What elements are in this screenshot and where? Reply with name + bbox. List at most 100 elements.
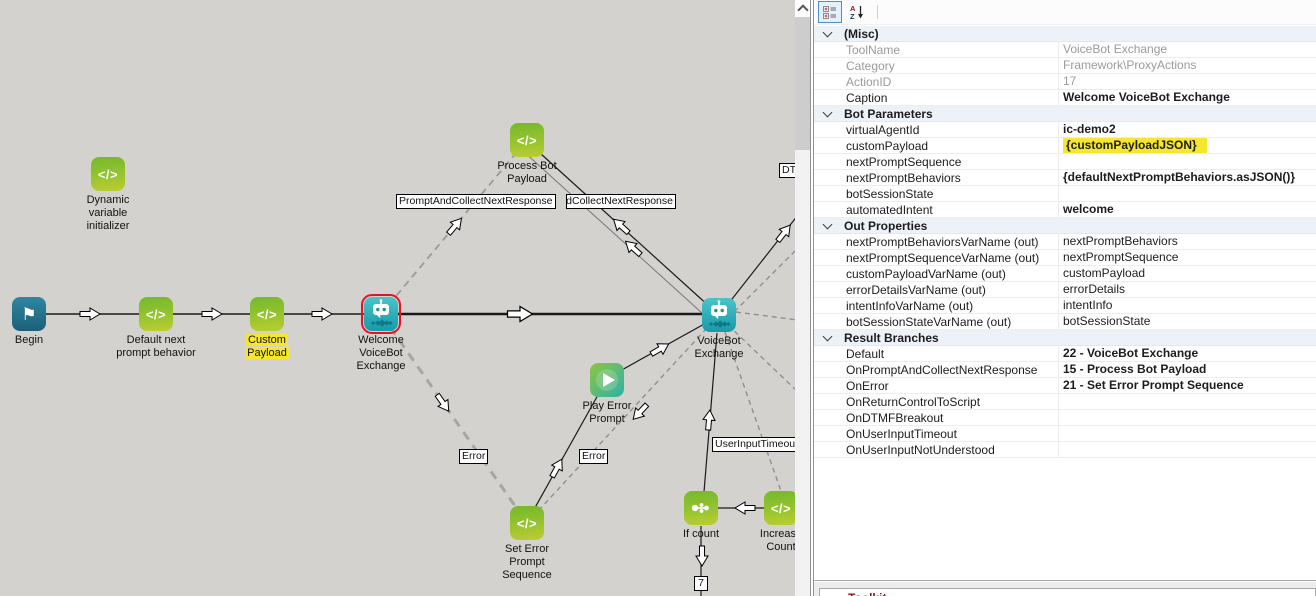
property-value[interactable]: nextPromptSequence — [1058, 250, 1316, 265]
property-value[interactable] — [1058, 442, 1316, 457]
node-play-error-prompt[interactable]: Play Error Prompt — [562, 363, 652, 426]
section-header-misc[interactable]: (Misc) — [814, 26, 1316, 42]
property-value[interactable]: customPayload — [1058, 266, 1316, 281]
property-value[interactable] — [1058, 410, 1316, 425]
property-row: OnError 21 - Set Error Prompt Sequence — [814, 378, 1316, 394]
node-welcome-voicebot-exchange[interactable]: Welcome VoiceBot Exchange — [336, 297, 426, 373]
property-value[interactable]: ic-demo2 — [1058, 122, 1316, 137]
property-row: customPayload {customPayloadJSON} — [814, 138, 1316, 154]
node-label: Custom Payload — [236, 334, 298, 360]
property-name: nextPromptBehaviors — [840, 171, 1058, 185]
property-name: OnUserInputNotUnderstood — [840, 443, 1058, 457]
edge-label-error-1[interactable]: Error — [459, 449, 488, 464]
sort-alphabetical-button[interactable]: A Z — [845, 1, 869, 23]
section-gutter — [814, 224, 840, 228]
property-row: customPayloadVarName (out) customPayload — [814, 266, 1316, 282]
branch-icon — [684, 491, 718, 525]
property-row: ActionID 17 — [814, 74, 1316, 90]
categorized-button[interactable] — [818, 1, 842, 23]
property-value[interactable]: nextPromptBehaviors — [1058, 234, 1316, 249]
node-label: VoiceBot Exchange — [686, 335, 752, 361]
property-value[interactable]: 15 - Process Bot Payload — [1058, 362, 1316, 377]
property-value[interactable]: VoiceBot Exchange — [1058, 42, 1316, 57]
section-header-result-branches[interactable]: Result Branches — [814, 330, 1316, 346]
property-row: OnPromptAndCollectNextResponse 15 - Proc… — [814, 362, 1316, 378]
node-if-count[interactable]: If count — [656, 491, 746, 541]
canvas-vertical-scrollbar[interactable] — [795, 0, 810, 596]
robot-glyph — [364, 297, 398, 331]
node-increase-count[interactable]: </> Increase Count — [736, 491, 795, 554]
code-icon: </> — [250, 297, 284, 331]
sort-alphabetical-icon: A Z — [849, 4, 865, 20]
categorized-icon — [823, 6, 837, 19]
scroll-up-button[interactable] — [795, 0, 810, 17]
property-row: automatedIntent welcome — [814, 202, 1316, 218]
robot-icon — [702, 298, 736, 332]
branch-glyph — [684, 491, 718, 525]
property-value[interactable] — [1058, 426, 1316, 441]
property-value[interactable]: intentInfo — [1058, 298, 1316, 313]
section-header-bot-parameters[interactable]: Bot Parameters — [814, 106, 1316, 122]
edge-label-dtmf[interactable]: DT — [779, 163, 795, 178]
edge-label-error-2[interactable]: Error — [579, 449, 608, 464]
property-value[interactable] — [1058, 186, 1316, 201]
node-label: Play Error Prompt — [575, 400, 639, 426]
property-row: errorDetailsVarName (out) errorDetails — [814, 282, 1316, 298]
edge-label-prompt-and-collect[interactable]: PromptAndCollectNextResponse — [396, 194, 556, 209]
collapse-chevron-icon[interactable] — [822, 219, 832, 229]
property-row: OnUserInputNotUnderstood — [814, 442, 1316, 458]
property-row: Default 22 - VoiceBot Exchange — [814, 346, 1316, 362]
property-value[interactable]: Welcome VoiceBot Exchange — [1058, 90, 1316, 105]
property-value[interactable]: {defaultNextPromptBehaviors.asJSON()} — [1058, 170, 1316, 185]
property-value[interactable]: botSessionState — [1058, 314, 1316, 329]
property-name: Category — [840, 59, 1058, 73]
property-value[interactable] — [1058, 394, 1316, 409]
property-name: OnUserInputTimeout — [840, 427, 1058, 441]
edge-label-user-input-timeout[interactable]: UserInputTimeout — [712, 437, 795, 452]
section-title: Result Branches — [840, 331, 939, 345]
property-row: nextPromptSequenceVarName (out) nextProm… — [814, 250, 1316, 266]
property-name: botSessionState — [840, 187, 1058, 201]
node-default-next-prompt-behavior[interactable]: </> Default next prompt behavior — [111, 297, 201, 360]
property-name: nextPromptSequenceVarName (out) — [840, 251, 1058, 265]
play-icon — [590, 363, 624, 397]
property-name: Caption — [840, 91, 1058, 105]
property-value[interactable]: errorDetails — [1058, 282, 1316, 297]
panel-splitter[interactable] — [810, 0, 814, 596]
node-label: Increase Count — [751, 528, 795, 554]
code-icon: </> — [764, 491, 795, 525]
node-process-bot-payload[interactable]: </> Process Bot Payload — [482, 123, 572, 186]
property-row: OnReturnControlToScript — [814, 394, 1316, 410]
property-value[interactable] — [1058, 154, 1316, 169]
play-glyph — [590, 363, 624, 397]
scrollbar-thumb[interactable] — [795, 17, 810, 150]
node-begin[interactable]: ⚑ Begin — [0, 297, 74, 347]
node-dynamic-variable-initializer[interactable]: </> Dynamic variable initializer — [63, 157, 153, 233]
property-value[interactable]: 17 — [1058, 74, 1316, 89]
section-title: Out Properties — [840, 219, 927, 233]
node-label: If count — [671, 528, 731, 541]
node-set-error-prompt-sequence[interactable]: </> Set Error Prompt Sequence — [482, 506, 572, 582]
section-header-out-properties[interactable]: Out Properties — [814, 218, 1316, 234]
property-value[interactable]: 21 - Set Error Prompt Sequence — [1058, 378, 1316, 393]
property-row: virtualAgentId ic-demo2 — [814, 122, 1316, 138]
collapse-chevron-icon[interactable] — [822, 107, 832, 117]
property-value[interactable]: 22 - VoiceBot Exchange — [1058, 346, 1316, 361]
property-value[interactable]: welcome — [1058, 202, 1316, 217]
edge-label-collect-next-response[interactable]: PromptAndCollectNextResponse — [566, 194, 676, 209]
property-name: nextPromptSequence — [840, 155, 1058, 169]
flow-canvas[interactable]: ⚑ Begin </> Dynamic variable initializer… — [0, 0, 795, 596]
section-gutter — [814, 32, 840, 36]
toolbar-separator — [877, 5, 878, 19]
property-value[interactable]: {customPayloadJSON} — [1058, 138, 1316, 153]
property-row: Caption Welcome VoiceBot Exchange — [814, 90, 1316, 106]
node-custom-payload[interactable]: </> Custom Payload — [222, 297, 312, 360]
property-value[interactable]: Framework\ProxyActions — [1058, 58, 1316, 73]
node-voicebot-exchange[interactable]: VoiceBot Exchange — [674, 298, 764, 361]
property-row: nextPromptBehaviors {defaultNextPromptBe… — [814, 170, 1316, 186]
collapse-chevron-icon[interactable] — [822, 331, 832, 341]
collapse-chevron-icon[interactable] — [822, 27, 832, 37]
clipped-bottom-panel: Toolkit — [814, 582, 1316, 596]
property-name: errorDetailsVarName (out) — [840, 283, 1058, 297]
edge-label-count-7[interactable]: 7 — [694, 576, 708, 591]
